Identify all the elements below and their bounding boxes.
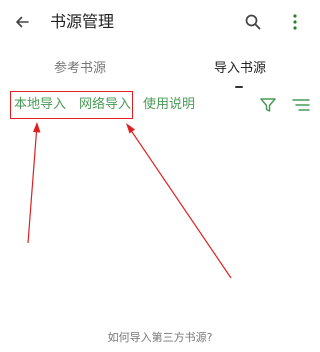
annotation-arrow-network	[126, 123, 232, 279]
arrow-left-icon	[16, 16, 29, 28]
tab-bar: 参考书源 导入书源	[0, 44, 320, 88]
more-vertical-icon	[293, 14, 297, 30]
local-import-link[interactable]: 本地导入	[14, 96, 66, 114]
annotation-arrow-local	[27, 122, 41, 244]
app-bar: 书源管理	[0, 0, 320, 44]
page-title: 书源管理	[50, 12, 115, 31]
more-options-button[interactable]	[280, 7, 310, 37]
back-button[interactable]	[6, 7, 38, 37]
tab-import-sources[interactable]: 导入书源	[160, 44, 320, 88]
import-toolbar: 本地导入 网络导入 使用说明	[0, 88, 320, 122]
filter-icon	[260, 98, 276, 112]
filter-button[interactable]	[257, 94, 279, 116]
sort-button[interactable]	[290, 94, 312, 116]
search-button[interactable]	[238, 7, 268, 37]
search-icon	[245, 14, 261, 30]
network-import-link[interactable]: 网络导入	[79, 96, 131, 114]
usage-help-link[interactable]: 使用说明	[143, 96, 195, 114]
third-party-import-help-link[interactable]: 如何导入第三方书源?	[0, 330, 320, 346]
sort-icon	[292, 99, 310, 111]
tab-reference-sources[interactable]: 参考书源	[0, 44, 160, 88]
